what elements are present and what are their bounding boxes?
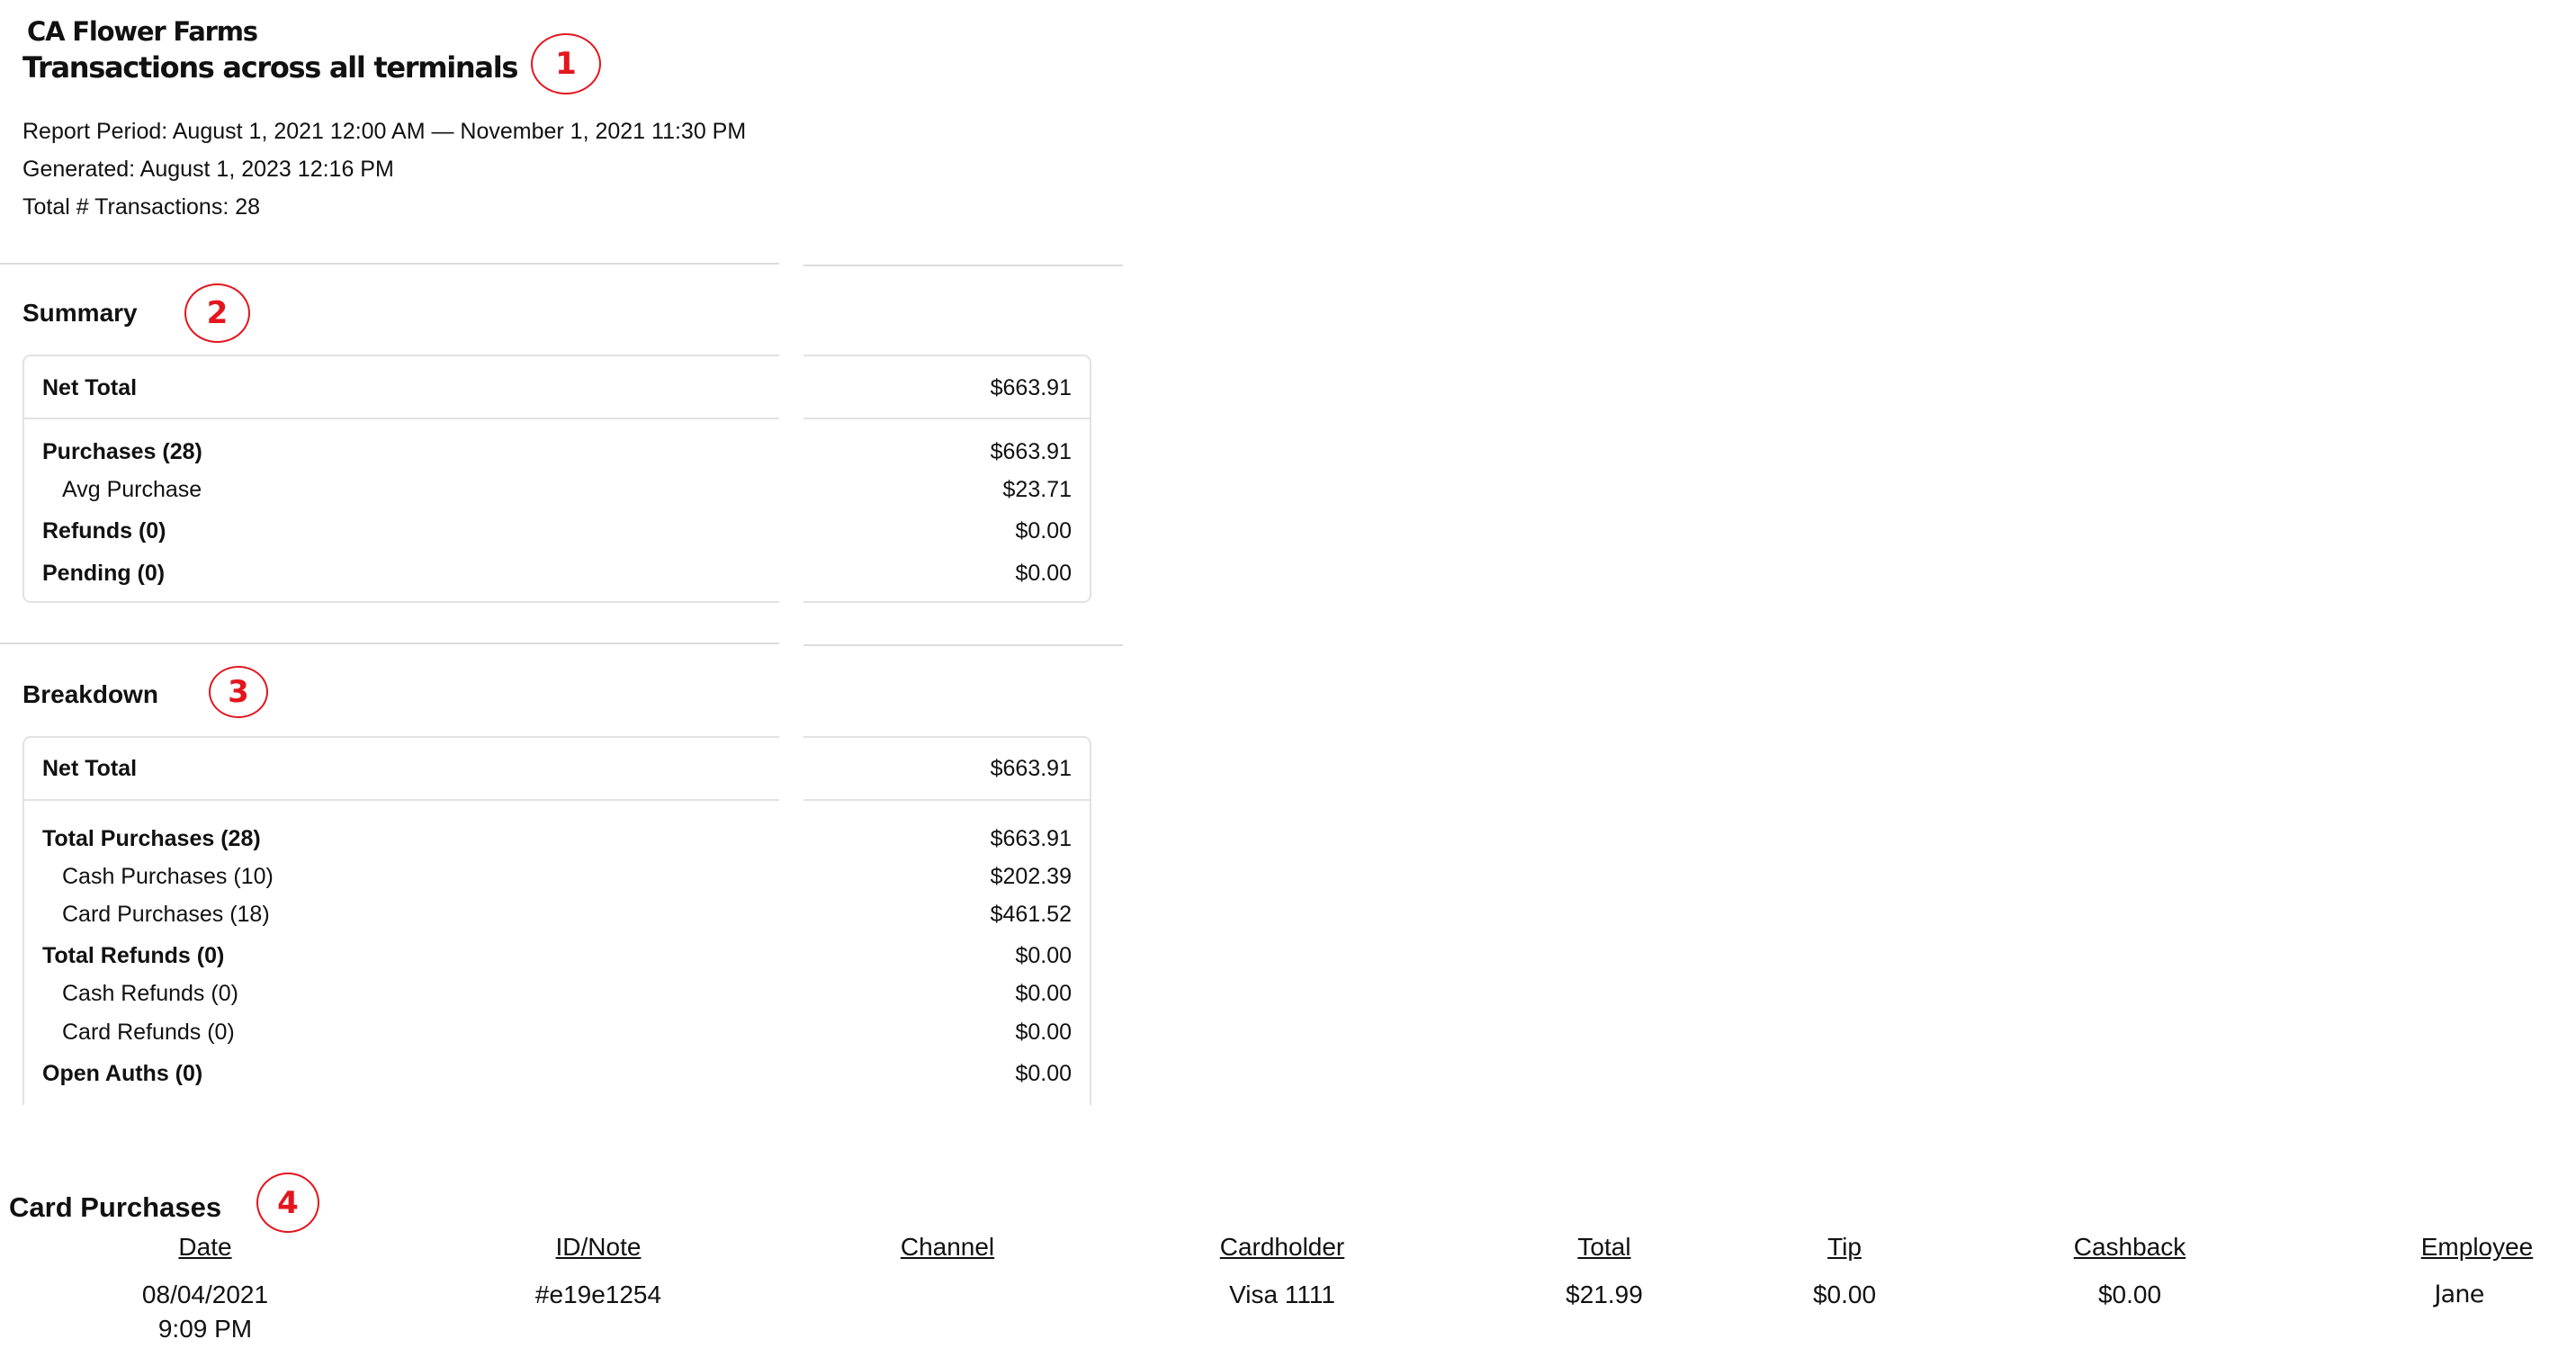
summary-row: Purchases (28) $663.91 bbox=[42, 438, 1072, 465]
breakdown-row: Cash Refunds (0) $0.00 bbox=[42, 980, 1072, 1007]
breakdown-row-value: $0.00 bbox=[1015, 1019, 1072, 1045]
breakdown-row: Card Purchases (18) $461.52 bbox=[42, 901, 1072, 928]
summary-row-label: Purchases (28) bbox=[42, 438, 202, 464]
summary-row: Refunds (0) $0.00 bbox=[42, 517, 1072, 544]
breakdown-row: Total Purchases (28) $663.91 bbox=[42, 825, 1072, 852]
organization-name: CA Flower Farms bbox=[27, 16, 258, 47]
summary-net-total-label: Net Total bbox=[42, 374, 138, 400]
column-header-total[interactable]: Total bbox=[1577, 1233, 1630, 1262]
section-divider bbox=[0, 263, 779, 265]
summary-row: Avg Purchase $23.71 bbox=[42, 476, 1072, 503]
breakdown-row: Total Refunds (0) $0.00 bbox=[42, 942, 1072, 969]
breakdown-row-value: $0.00 bbox=[1015, 1060, 1072, 1086]
annotation-marker-3: 3 bbox=[209, 666, 268, 718]
column-header-id-note[interactable]: ID/Note bbox=[556, 1233, 642, 1262]
report-period: Report Period: August 1, 2021 12:00 AM —… bbox=[22, 119, 747, 144]
report-title: Transactions across all terminals bbox=[22, 50, 518, 85]
breakdown-row-label: Total Purchases (28) bbox=[42, 825, 261, 851]
summary-row-value: $0.00 bbox=[1015, 517, 1072, 544]
column-header-date[interactable]: Date bbox=[178, 1233, 231, 1262]
breakdown-net-total-row: Net Total $663.91 bbox=[42, 755, 1072, 782]
breakdown-net-total-value: $663.91 bbox=[990, 755, 1072, 781]
summary-row-label: Refunds (0) bbox=[42, 517, 166, 544]
summary-net-total-row: Net Total $663.91 bbox=[42, 374, 1072, 401]
breakdown-card: Net Total $663.91 Total Purchases (28) $… bbox=[22, 736, 1091, 1105]
breakdown-row-label: Cash Refunds (0) bbox=[62, 980, 238, 1006]
card-divider bbox=[24, 418, 1090, 419]
annotation-marker-1: 1 bbox=[531, 33, 601, 94]
breakdown-row-value: $0.00 bbox=[1015, 980, 1072, 1006]
summary-card: Net Total $663.91 Purchases (28) $663.91… bbox=[22, 355, 1091, 603]
cell-tip: $0.00 bbox=[1812, 1281, 1877, 1308]
summary-row-value: $23.71 bbox=[1002, 476, 1072, 502]
breakdown-row-label: Total Refunds (0) bbox=[42, 942, 225, 968]
column-header-employee[interactable]: Employee bbox=[2421, 1233, 2534, 1262]
cell-date: 08/04/2021 bbox=[141, 1281, 269, 1308]
summary-row-label: Pending (0) bbox=[42, 560, 166, 586]
breakdown-row-value: $202.39 bbox=[990, 863, 1072, 889]
breakdown-heading: Breakdown bbox=[22, 680, 158, 708]
summary-row-value: $663.91 bbox=[990, 438, 1072, 464]
breakdown-row-label: Card Refunds (0) bbox=[62, 1019, 235, 1045]
summary-net-total-value: $663.91 bbox=[990, 374, 1072, 400]
breakdown-row-value: $0.00 bbox=[1015, 942, 1072, 968]
section-divider bbox=[803, 265, 1123, 266]
section-divider bbox=[0, 643, 779, 644]
summary-row-value: $0.00 bbox=[1015, 560, 1072, 586]
summary-heading: Summary bbox=[22, 299, 138, 327]
screenshot-seam bbox=[779, 732, 803, 1110]
breakdown-row: Card Refunds (0) $0.00 bbox=[42, 1019, 1072, 1046]
breakdown-row-value: $663.91 bbox=[990, 825, 1072, 851]
column-header-tip[interactable]: Tip bbox=[1827, 1233, 1862, 1262]
screenshot-seam bbox=[779, 351, 803, 607]
card-divider bbox=[24, 799, 1090, 801]
breakdown-net-total-label: Net Total bbox=[42, 755, 138, 781]
breakdown-row-label: Card Purchases (18) bbox=[62, 901, 270, 927]
cell-employee: Jane bbox=[2434, 1281, 2484, 1308]
card-purchases-heading: Card Purchases bbox=[9, 1191, 222, 1223]
breakdown-row: Cash Purchases (10) $202.39 bbox=[42, 863, 1072, 890]
column-header-cardholder[interactable]: Cardholder bbox=[1220, 1233, 1345, 1262]
breakdown-row-label: Cash Purchases (10) bbox=[62, 863, 274, 889]
breakdown-row: Open Auths (0) $0.00 bbox=[42, 1060, 1072, 1087]
annotation-marker-4: 4 bbox=[256, 1173, 319, 1233]
cell-cashback: $0.00 bbox=[2097, 1281, 2162, 1308]
cell-cardholder: Visa 1111 bbox=[1229, 1281, 1335, 1308]
annotation-marker-2: 2 bbox=[184, 283, 250, 343]
total-transactions: Total # Transactions: 28 bbox=[22, 194, 261, 220]
generated-timestamp: Generated: August 1, 2023 12:16 PM bbox=[22, 157, 394, 182]
breakdown-row-value: $461.52 bbox=[990, 901, 1072, 927]
column-header-channel[interactable]: Channel bbox=[901, 1233, 994, 1262]
breakdown-row-label: Open Auths (0) bbox=[42, 1060, 203, 1086]
cell-total: $21.99 bbox=[1566, 1281, 1643, 1308]
summary-row: Pending (0) $0.00 bbox=[42, 560, 1072, 587]
section-divider bbox=[803, 644, 1123, 646]
column-header-cashback[interactable]: Cashback bbox=[2074, 1233, 2186, 1262]
cell-time: 9:09 PM bbox=[157, 1315, 253, 1343]
cell-id-note: #e19e1254 bbox=[534, 1281, 662, 1308]
summary-row-label: Avg Purchase bbox=[62, 476, 202, 502]
